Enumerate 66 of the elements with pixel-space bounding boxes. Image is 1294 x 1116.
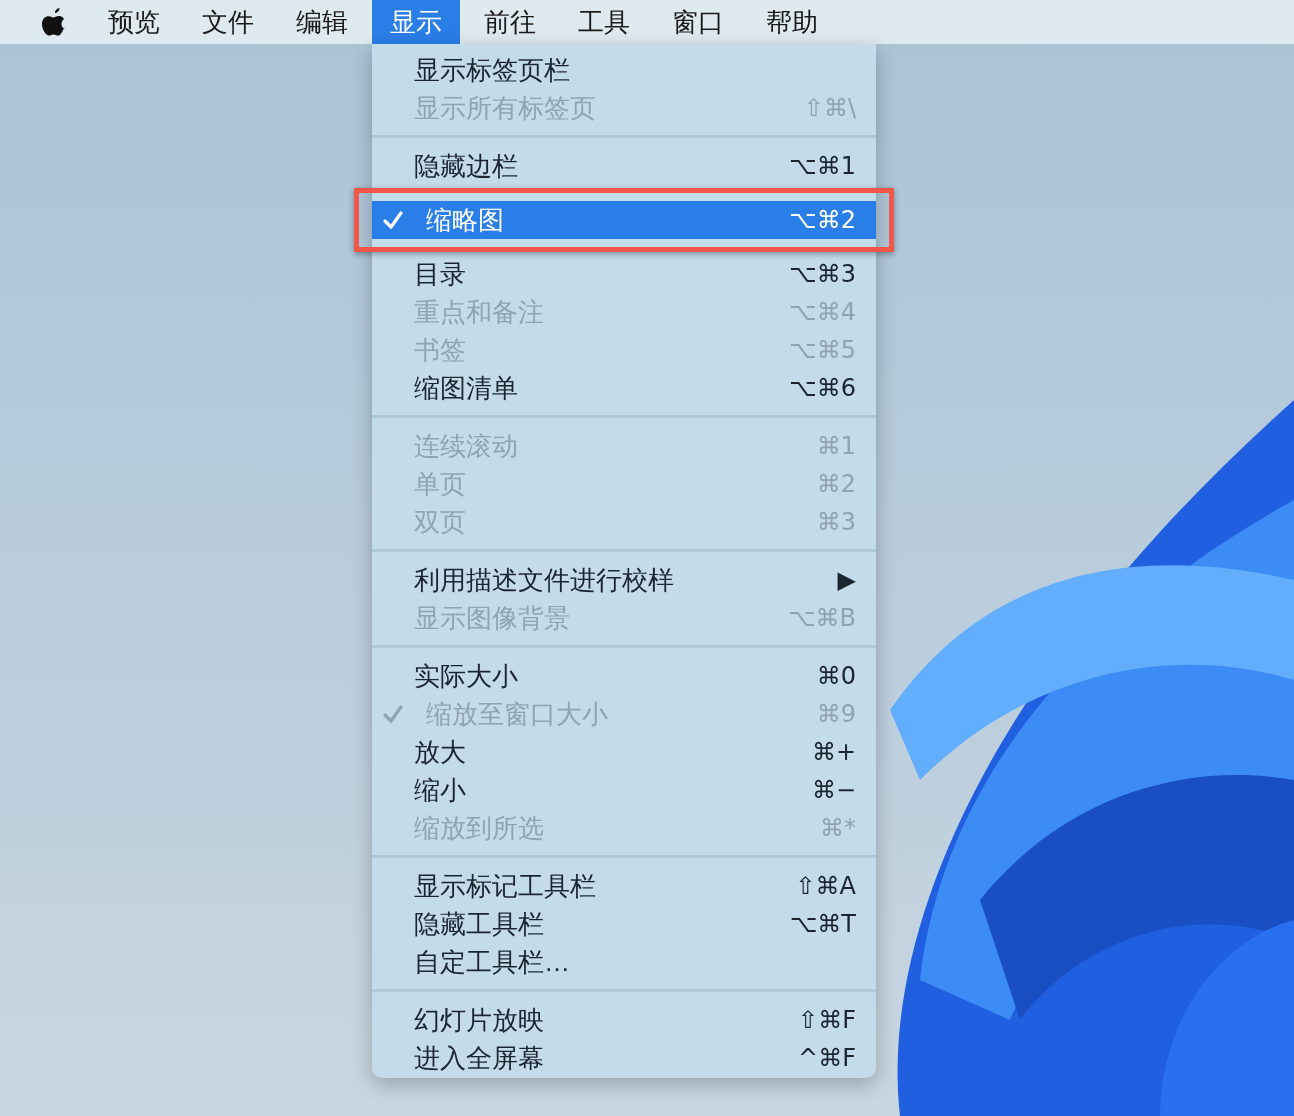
shortcut-label: ⇧⌘F bbox=[798, 1005, 856, 1036]
menu-item[interactable]: 目录 ⌥⌘3 bbox=[372, 255, 876, 293]
menu-item[interactable]: 幻灯片放映 ⇧⌘F bbox=[372, 1001, 876, 1039]
menu-item-label: 实际大小 bbox=[414, 659, 518, 693]
menu-item-label: 连续滚动 bbox=[414, 429, 518, 463]
shortcut-label: ⌥⌘6 bbox=[789, 373, 856, 404]
menu-item[interactable]: 利用描述文件进行校样 ▶ bbox=[372, 561, 876, 599]
shortcut-label: ⌥⌘4 bbox=[789, 297, 856, 328]
menu-item-label: 缩放到所选 bbox=[414, 811, 544, 845]
shortcut-label: ⌘* bbox=[820, 813, 856, 844]
menu-item-label: 放大 bbox=[414, 735, 466, 769]
shortcut-label: ⇧⌘\ bbox=[803, 93, 856, 124]
menu-item-label: 双页 bbox=[414, 505, 466, 539]
shortcut-label: ⌘3 bbox=[816, 507, 856, 538]
menu-item-label: 单页 bbox=[414, 467, 466, 501]
menu-item-label: 自定工具栏… bbox=[414, 945, 570, 979]
menu-item[interactable]: 显示标签页栏 bbox=[372, 51, 876, 89]
menu-item-label: 隐藏工具栏 bbox=[414, 907, 544, 941]
menu-item-label: 显示图像背景 bbox=[414, 601, 570, 635]
shortcut-label: ^⌘F bbox=[798, 1043, 856, 1074]
shortcut-label: ⌘− bbox=[811, 775, 856, 806]
menu-item[interactable]: 显示标记工具栏 ⇧⌘A bbox=[372, 867, 876, 905]
menu-bar-item[interactable]: 显示 bbox=[372, 0, 460, 44]
menu-item[interactable]: 放大 ⌘+ bbox=[372, 733, 876, 771]
menu-bar-item[interactable]: 窗口 bbox=[654, 0, 742, 44]
menu-item-label: 缩图清单 bbox=[414, 371, 518, 405]
menu-item-label: 缩小 bbox=[414, 773, 466, 807]
shortcut-label: ▶ bbox=[837, 565, 856, 596]
menu-bar-item[interactable]: 预览 bbox=[90, 0, 178, 44]
menu-item-label: 显示标记工具栏 bbox=[414, 869, 596, 903]
menu-item[interactable]: 隐藏工具栏 ⌥⌘T bbox=[372, 905, 876, 943]
shortcut-label: ⌥⌘5 bbox=[789, 335, 856, 366]
shortcut-label: ⌘0 bbox=[816, 661, 856, 692]
menu-item-label: 目录 bbox=[414, 257, 466, 291]
shortcut-label: ⌘+ bbox=[811, 737, 856, 768]
shortcut-label: ⌥⌘1 bbox=[789, 151, 856, 182]
menu-item[interactable]: 缩略图 ⌥⌘2 bbox=[372, 201, 876, 239]
menu-item-label: 书签 bbox=[414, 333, 466, 367]
menu-item-label: 显示标签页栏 bbox=[414, 53, 570, 87]
shortcut-label: ⌥⌘2 bbox=[789, 205, 856, 236]
menu-item[interactable]: 缩小 ⌘− bbox=[372, 771, 876, 809]
menu-item-label: 缩略图 bbox=[426, 203, 504, 237]
shortcut-label: ⌘1 bbox=[816, 431, 856, 462]
shortcut-label: ⌥⌘3 bbox=[789, 259, 856, 290]
menu-item-label: 隐藏边栏 bbox=[414, 149, 518, 183]
shortcut-label: ⌘2 bbox=[816, 469, 856, 500]
shortcut-label: ⌥⌘B bbox=[787, 603, 856, 634]
menu-item[interactable]: 自定工具栏… bbox=[372, 943, 876, 981]
menu-item-label: 缩放至窗口大小 bbox=[426, 697, 608, 731]
menu-bar-item[interactable]: 编辑 bbox=[278, 0, 366, 44]
menu-item-label: 幻灯片放映 bbox=[414, 1003, 544, 1037]
shortcut-label: ⌘9 bbox=[816, 699, 856, 730]
menu-item[interactable]: 实际大小 ⌘0 bbox=[372, 657, 876, 695]
menu-item-label: 利用描述文件进行校样 bbox=[414, 563, 674, 597]
menu-item-label: 重点和备注 bbox=[414, 295, 544, 329]
menu-item[interactable]: 隐藏边栏 ⌥⌘1 bbox=[372, 147, 876, 185]
menu-item-label: 显示所有标签页 bbox=[414, 91, 596, 125]
menu-item[interactable]: 进入全屏幕 ^⌘F bbox=[372, 1039, 876, 1077]
shortcut-label: ⇧⌘A bbox=[795, 871, 856, 902]
menu-bar-item[interactable]: 工具 bbox=[560, 0, 648, 44]
shortcut-label: ⌥⌘T bbox=[789, 909, 856, 940]
menu-item[interactable]: 缩图清单 ⌥⌘6 bbox=[372, 369, 876, 407]
menu-bar-item[interactable]: 帮助 bbox=[748, 0, 836, 44]
menu-bar-item[interactable]: 前往 bbox=[466, 0, 554, 44]
menu-bar-item[interactable]: 文件 bbox=[184, 0, 272, 44]
menu-item-label: 进入全屏幕 bbox=[414, 1041, 544, 1075]
